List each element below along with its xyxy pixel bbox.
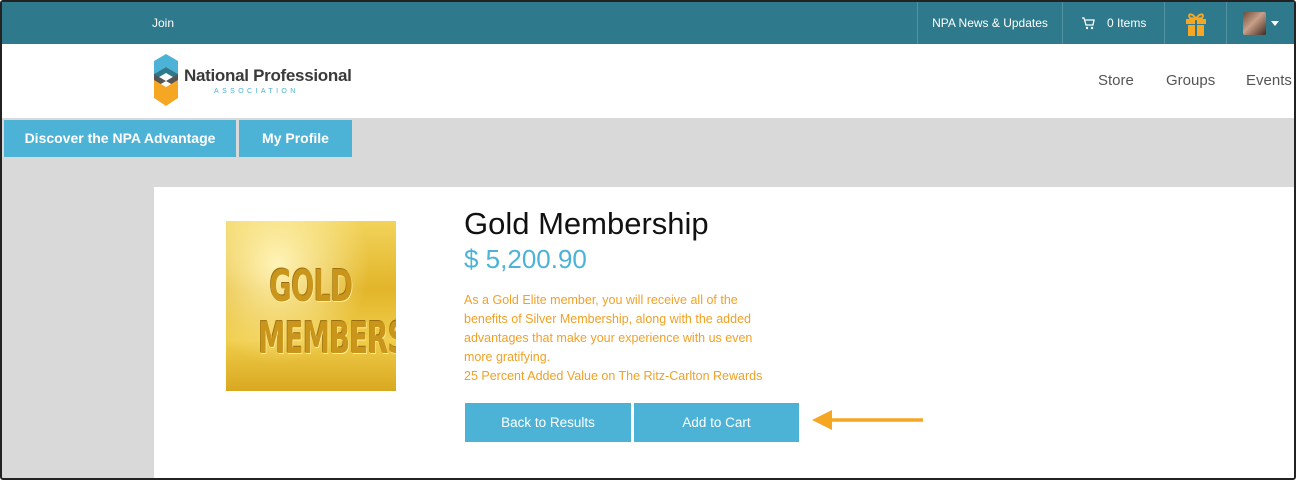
add-to-cart-button[interactable]: Add to Cart <box>634 403 799 442</box>
top-bar: Join NPA News & Updates 0 Items <box>2 2 1294 44</box>
nav-store[interactable]: Store <box>1098 44 1134 118</box>
npa-logo[interactable]: National Professional ASSOCIATION <box>152 52 372 110</box>
description-line: advantages that make your experience wit… <box>464 331 753 345</box>
join-link[interactable]: Join <box>152 2 174 44</box>
gift-icon <box>1186 13 1206 36</box>
product-price: $ 5,200.90 <box>464 244 587 274</box>
gift-button[interactable] <box>1164 2 1226 44</box>
logo-name: National Professional <box>184 66 352 85</box>
news-updates-link[interactable]: NPA News & Updates <box>917 2 1062 44</box>
cart-icon <box>1082 17 1095 30</box>
logo-subtitle: ASSOCIATION <box>214 88 299 95</box>
description-line: benefits of Silver Membership, along wit… <box>464 312 751 326</box>
cart-count: 0 Items <box>1107 16 1147 30</box>
logo-mark <box>154 54 178 106</box>
cart-button[interactable]: 0 Items <box>1062 2 1164 44</box>
chevron-down-icon <box>1271 21 1279 26</box>
back-to-results-button[interactable]: Back to Results <box>465 403 631 442</box>
product-description: As a Gold Elite member, you will receive… <box>464 291 804 386</box>
description-line: 25 Percent Added Value on The Ritz-Carlt… <box>464 369 763 383</box>
product-image-text: MEMBERSHIP <box>258 313 396 364</box>
product-image: GOLD MEMBERSHIP <box>226 221 396 391</box>
user-menu[interactable] <box>1226 2 1294 44</box>
tab-discover[interactable]: Discover the NPA Advantage <box>4 120 236 157</box>
site-header: National Professional ASSOCIATION Store … <box>2 44 1294 118</box>
page-frame: Join NPA News & Updates 0 Items National… <box>0 0 1296 480</box>
arrow-left-icon <box>812 410 923 430</box>
description-line: more gratifying. <box>464 350 551 364</box>
user-avatar <box>1243 12 1266 35</box>
tab-my-profile[interactable]: My Profile <box>239 120 352 157</box>
product-image-text: GOLD <box>269 261 353 312</box>
nav-events[interactable]: Events <box>1246 44 1292 118</box>
product-title: Gold Membership <box>464 206 709 241</box>
description-line: As a Gold Elite member, you will receive… <box>464 293 738 307</box>
nav-groups[interactable]: Groups <box>1166 44 1215 118</box>
